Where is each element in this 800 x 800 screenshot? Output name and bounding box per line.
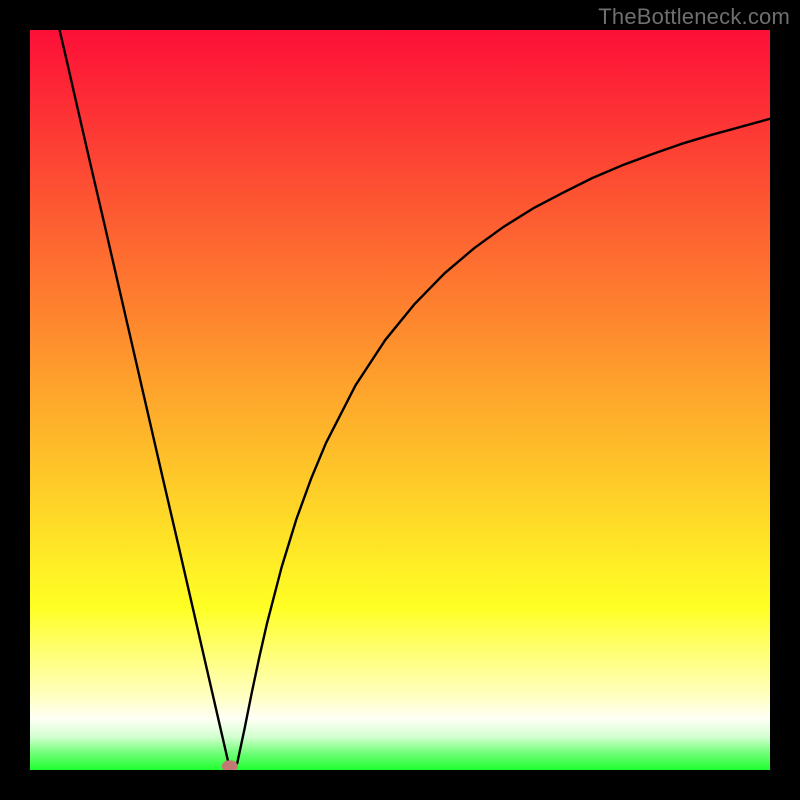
- gradient-background: [30, 30, 770, 770]
- plot-area: [30, 30, 770, 770]
- chart-frame: TheBottleneck.com: [0, 0, 800, 800]
- watermark-text: TheBottleneck.com: [598, 4, 790, 30]
- chart-svg: [30, 30, 770, 770]
